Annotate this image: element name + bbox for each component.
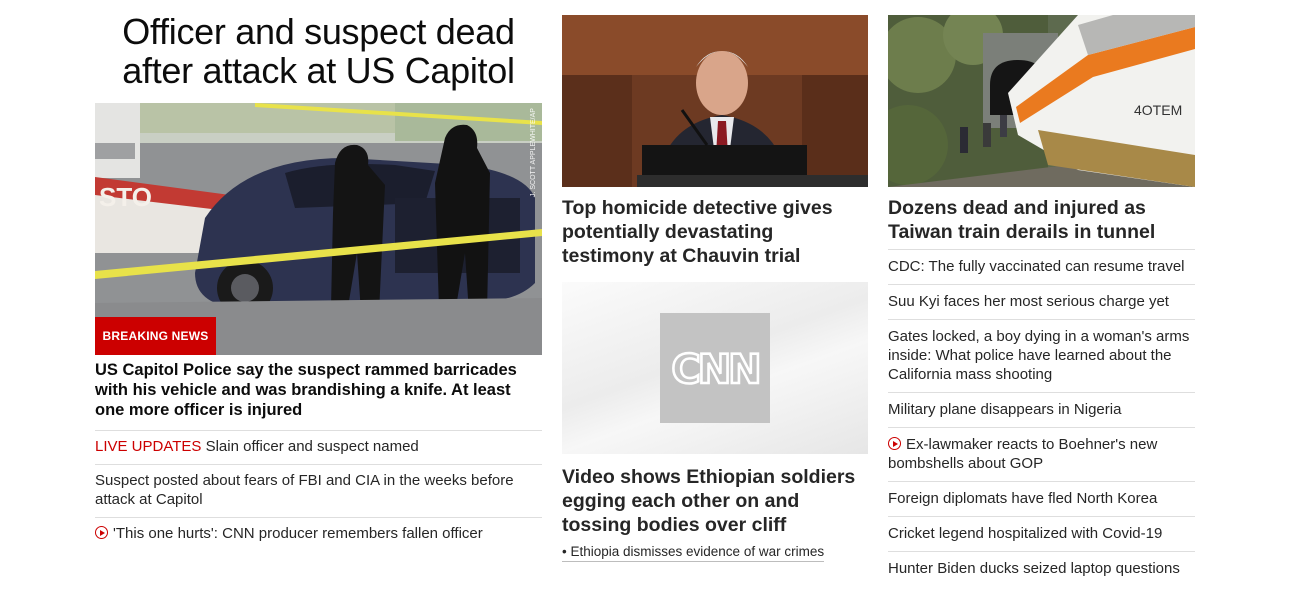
lead-headline[interactable]: Officer and suspect dead after attack at… xyxy=(95,12,542,90)
link-text: Slain officer and suspect named xyxy=(201,438,419,455)
list-item[interactable]: Suspect posted about fears of FBI and CI… xyxy=(95,464,542,517)
list-item[interactable]: Ex-lawmaker reacts to Boehner's new bomb… xyxy=(888,427,1195,481)
ethiopia-headline[interactable]: Video shows Ethiopian soldiers egging ea… xyxy=(562,465,868,537)
list-item[interactable]: Military plane disappears in Nigeria xyxy=(888,392,1195,427)
middle-column: Top homicide detective gives potentially… xyxy=(562,15,868,562)
play-circle-icon xyxy=(888,437,901,450)
detective-testimony-image xyxy=(562,15,868,187)
list-item[interactable]: Gates locked, a boy dying in a woman's a… xyxy=(888,319,1195,392)
link-text: CDC: The fully vaccinated can resume tra… xyxy=(888,258,1185,275)
ethiopia-video-thumbnail[interactable]: CNN xyxy=(562,282,868,454)
chauvin-trial-thumbnail[interactable] xyxy=(562,15,868,187)
right-column: 4OTEM Dozens dead and injured as Taiwan … xyxy=(888,15,1195,577)
cnn-logo: CNN xyxy=(660,313,770,423)
link-text: Hunter Biden ducks seized laptop questio… xyxy=(888,560,1180,577)
list-item[interactable]: Foreign diplomats have fled North Korea xyxy=(888,481,1195,516)
lead-photo[interactable]: STO BREAKING NEWS J. SCOTT APPLEWHITE/AP xyxy=(95,103,542,355)
chauvin-trial-headline[interactable]: Top homicide detective gives potentially… xyxy=(562,196,868,268)
link-text: Military plane disappears in Nigeria xyxy=(888,401,1122,418)
link-text: Cricket legend hospitalized with Covid-1… xyxy=(888,525,1163,542)
link-text: Suspect posted about fears of FBI and CI… xyxy=(95,472,514,508)
lead-related-links: LIVE UPDATES Slain officer and suspect n… xyxy=(95,430,542,551)
link-text: Foreign diplomats have fled North Korea xyxy=(888,490,1158,507)
lead-story: Officer and suspect dead after attack at… xyxy=(95,12,542,542)
list-item[interactable]: Cricket legend hospitalized with Covid-1… xyxy=(888,516,1195,551)
list-item[interactable]: 'This one hurts': CNN producer remembers… xyxy=(95,517,542,551)
train-number: 4OTEM xyxy=(1134,102,1182,118)
live-updates-label: LIVE UPDATES xyxy=(95,438,202,455)
svg-text:STO: STO xyxy=(99,182,152,212)
list-item[interactable]: LIVE UPDATES Slain officer and suspect n… xyxy=(95,430,542,464)
ethiopia-related-link[interactable]: • Ethiopia dismisses evidence of war cri… xyxy=(562,543,825,562)
breaking-news-badge: BREAKING NEWS xyxy=(95,317,216,355)
cnn-logo-text: CNN xyxy=(671,347,758,393)
link-text: 'This one hurts': CNN producer remembers… xyxy=(113,525,483,542)
taiwan-train-headline[interactable]: Dozens dead and injured as Taiwan train … xyxy=(888,196,1188,244)
play-circle-icon xyxy=(95,526,108,539)
list-item[interactable]: CDC: The fully vaccinated can resume tra… xyxy=(888,249,1195,284)
link-text: Ex-lawmaker reacts to Boehner's new bomb… xyxy=(888,436,1158,472)
link-text: Gates locked, a boy dying in a woman's a… xyxy=(888,328,1190,383)
right-headline-list: CDC: The fully vaccinated can resume tra… xyxy=(888,249,1195,586)
list-item[interactable]: Suu Kyi faces her most serious charge ye… xyxy=(888,284,1195,319)
link-text: Suu Kyi faces her most serious charge ye… xyxy=(888,293,1169,310)
photo-credit: J. SCOTT APPLEWHITE/AP xyxy=(530,108,537,197)
list-item[interactable]: Hunter Biden ducks seized laptop questio… xyxy=(888,551,1195,586)
train-derailment-image: 4OTEM xyxy=(888,15,1195,187)
taiwan-train-thumbnail[interactable]: 4OTEM xyxy=(888,15,1195,187)
lead-summary[interactable]: US Capitol Police say the suspect rammed… xyxy=(95,360,535,420)
